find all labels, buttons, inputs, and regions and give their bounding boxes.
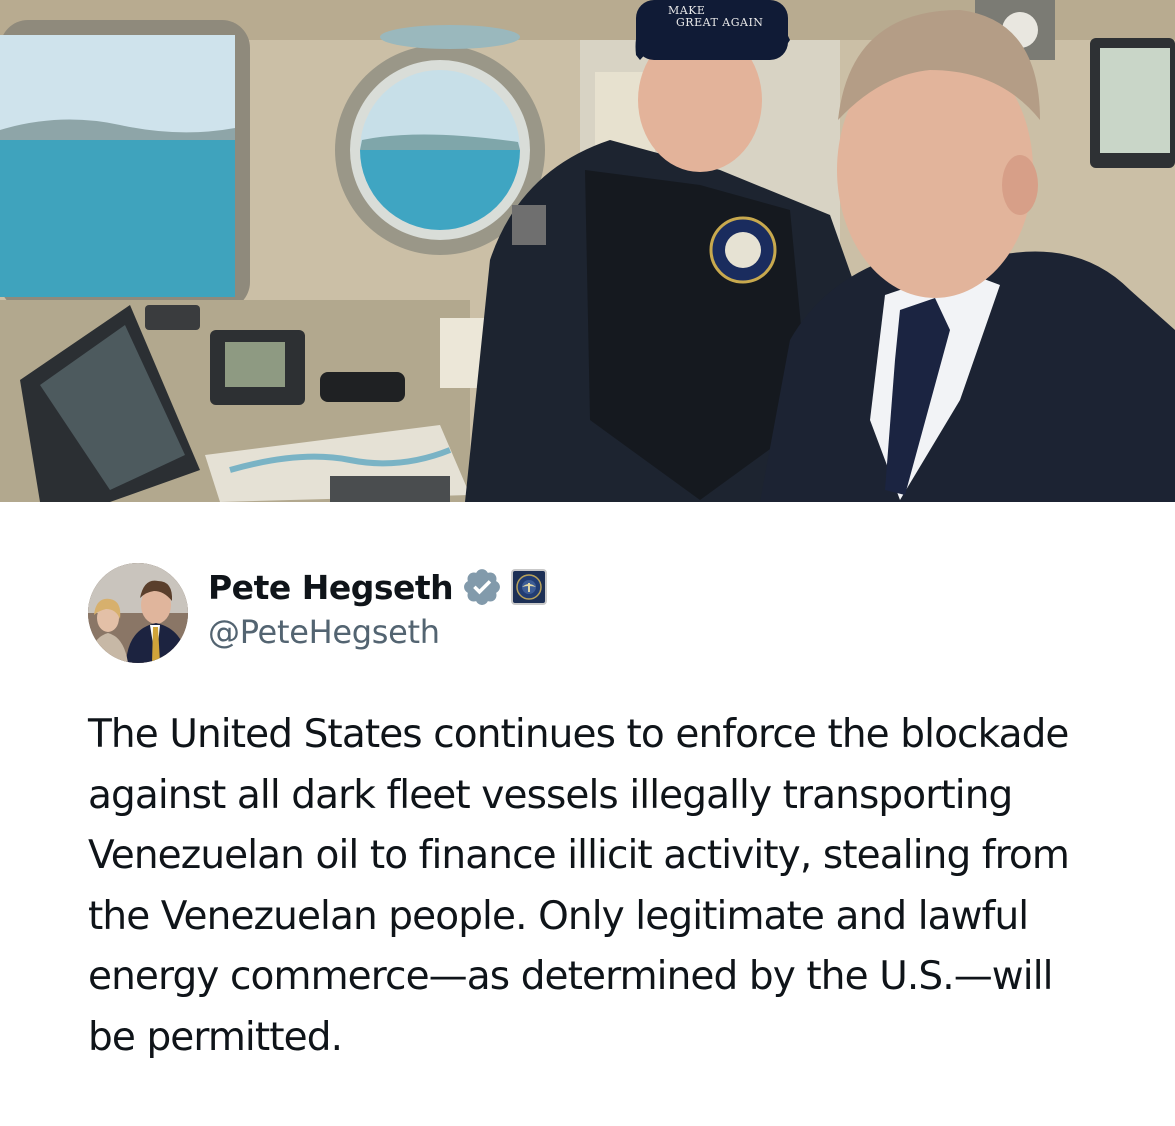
affiliation-badge[interactable] <box>511 569 548 605</box>
tweet-text-line: against all dark fleet vessels illegally… <box>88 772 1013 818</box>
author-avatar[interactable] <box>88 563 188 663</box>
department-seal-icon <box>516 574 542 600</box>
tweet-text-line: energy commerce—as determined by the U.S… <box>88 954 1054 999</box>
tweet-text-line: be permitted. <box>88 1014 343 1060</box>
hat-text-2: GREAT AGAIN <box>676 16 763 29</box>
author-handle[interactable]: @PeteHegseth <box>208 613 547 651</box>
tweet-photo[interactable]: MAKE GREAT AGAIN <box>0 0 1175 502</box>
tweet-text-line: The United States continues to enforce t… <box>88 712 1069 757</box>
verified-badge-icon[interactable] <box>461 566 503 608</box>
tweet-author[interactable]: Pete Hegseth @PeteHegseth <box>88 563 1088 663</box>
tweet-text: The United States continues to enforce t… <box>88 705 1148 1068</box>
avatar-photo-icon <box>88 563 188 663</box>
author-display-name[interactable]: Pete Hegseth <box>208 568 454 607</box>
tweet-text-line: the Venezuelan people. Only legitimate a… <box>88 893 1029 939</box>
photo-illustration: MAKE GREAT AGAIN <box>0 0 1175 502</box>
tweet-text-line: Venezuelan oil to finance illicit activi… <box>88 833 1070 878</box>
